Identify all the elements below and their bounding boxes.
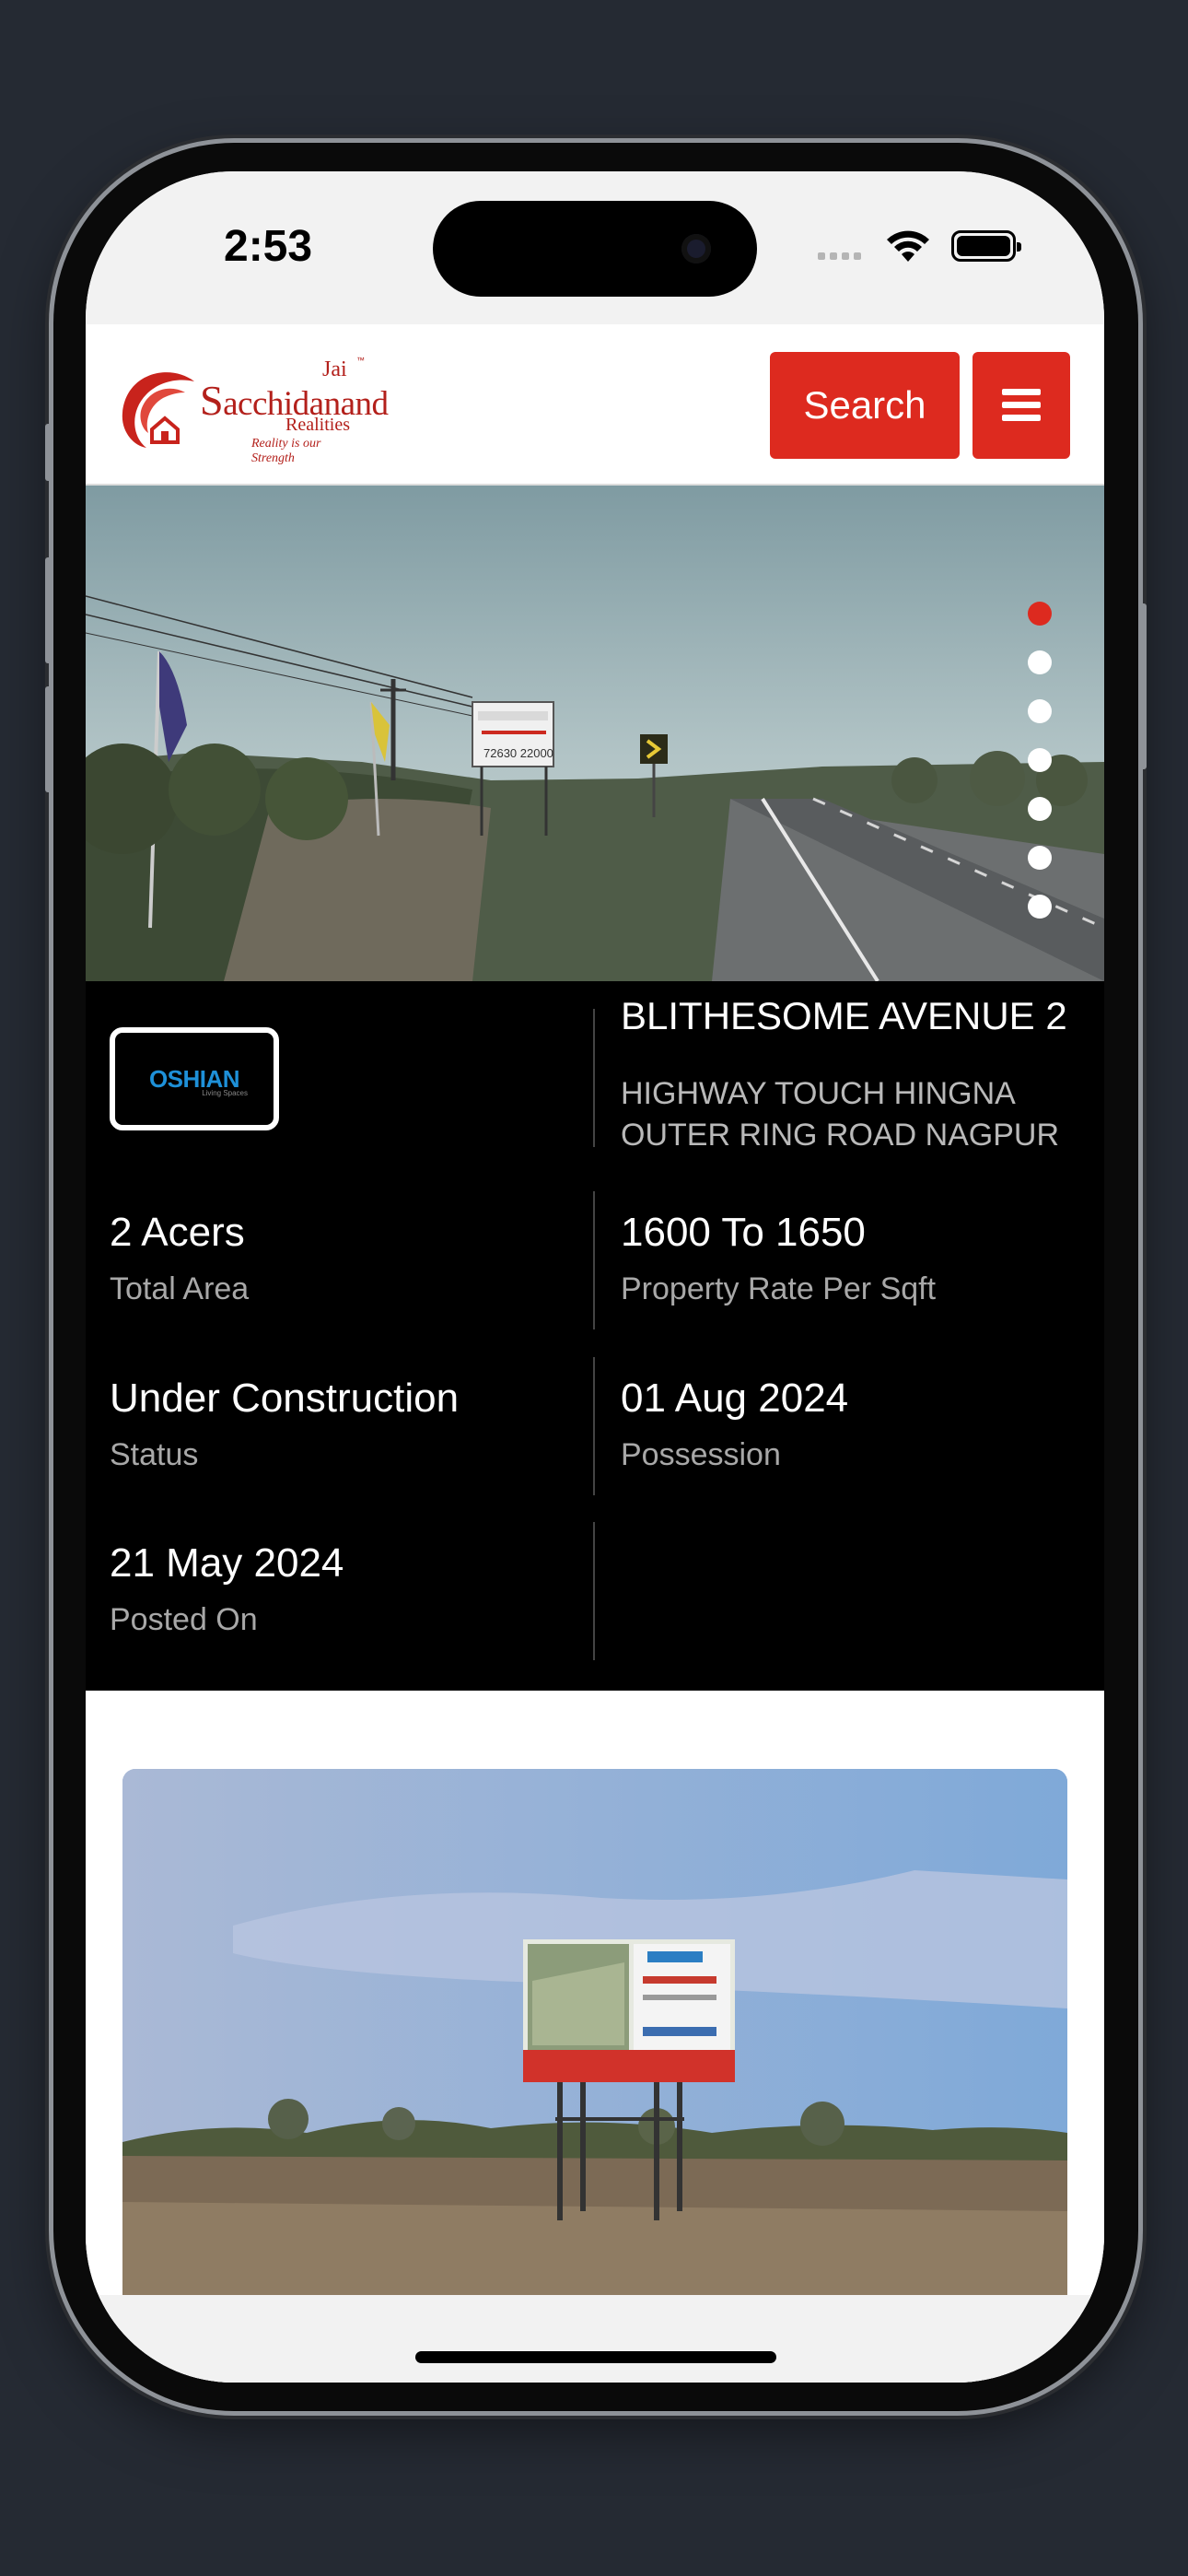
home-indicator-area [86,2295,1104,2383]
volume-down-button [45,686,52,792]
rate-label: Property Rate Per Sqft [621,1271,937,1306]
column-divider [593,1357,595,1495]
posted-on-label: Posted On [110,1602,258,1637]
site-header: Jai ™ Sacchidanand Realities Reality is … [86,324,1104,486]
carousel-dot[interactable] [1028,797,1052,821]
gallery-section [86,1691,1104,2383]
logo-trademark: ™ [356,356,365,365]
rate-value: 1600 To 1650 [621,1210,866,1255]
column-divider [593,1009,595,1147]
property-title: BLITHESOME AVENUE 2 [621,994,1067,1037]
builder-logo-subtext: Living Spaces [202,1089,248,1097]
total-area-value: 2 Acers [110,1210,245,1255]
column-divider [593,1522,595,1660]
posted-on-value: 21 May 2024 [110,1540,344,1586]
highway-photo: 72630 22000 [86,486,1104,981]
search-button[interactable]: Search [770,352,960,459]
possession-value: 01 Aug 2024 [621,1376,849,1421]
property-address: HIGHWAY TOUCH HINGNA OUTER RING ROAD NAG… [621,1076,1060,1153]
battery-icon [951,230,1021,262]
carousel-dot[interactable] [1028,699,1052,723]
property-info-panel: OSHIAN Living Spaces BLITHESOME AVENUE 2… [86,981,1104,1691]
hamburger-menu-button[interactable] [973,352,1070,459]
carousel-dot[interactable] [1028,748,1052,772]
logo-sub-text: Realities [285,415,350,435]
wifi-icon [887,230,929,262]
phone-screen: 2:53 Jai ™ Sacchidanand Realities Realit… [86,171,1104,2383]
status-label: Status [110,1437,199,1472]
front-camera-icon [681,234,711,263]
house-swirl-icon [122,372,194,448]
column-divider [593,1191,595,1329]
status-time: 2:53 [224,222,313,271]
home-indicator[interactable] [415,2351,776,2363]
action-button [45,424,52,481]
status-value: Under Construction [110,1376,460,1421]
brand-logo[interactable]: Jai ™ Sacchidanand Realities Reality is … [115,356,389,465]
billboard-phone-text: 72630 22000 [483,746,553,760]
carousel-dot[interactable] [1028,602,1052,626]
cellular-signal-icon [818,252,861,260]
site-billboard-image [122,1769,1067,2296]
carousel-dot[interactable] [1028,846,1052,870]
status-bar: 2:53 [86,171,1104,324]
carousel-dot[interactable] [1028,650,1052,674]
hamburger-icon [1002,389,1041,421]
carousel-indicators [1028,602,1052,919]
builder-logo[interactable]: OSHIAN Living Spaces [110,1027,279,1130]
power-button [1139,603,1147,769]
billboard-photo[interactable] [122,1769,1067,2296]
dynamic-island [433,201,757,297]
total-area-label: Total Area [110,1271,250,1306]
possession-label: Possession [621,1437,781,1472]
logo-tagline: Reality is our Strength [251,437,321,465]
carousel-dot[interactable] [1028,895,1052,919]
property-image-carousel[interactable]: 72630 22000 [86,486,1104,981]
volume-up-button [45,557,52,663]
